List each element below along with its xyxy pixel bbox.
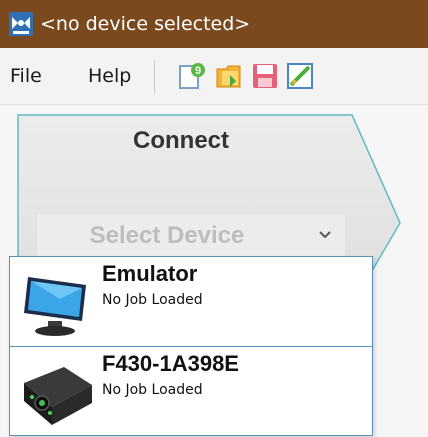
menu-file[interactable]: File bbox=[10, 65, 42, 87]
device-status: No Job Loaded bbox=[102, 382, 203, 398]
device-name: Emulator bbox=[102, 261, 198, 286]
title-bar: <no device selected> bbox=[0, 0, 428, 48]
device-item-emulator[interactable]: Emulator No Job Loaded bbox=[10, 257, 372, 347]
menu-bar: File Help 9 bbox=[0, 48, 428, 105]
device-name: F430-1A398E bbox=[102, 351, 239, 376]
device-dropdown-list: Emulator No Job Loaded F430-1A398E No Jo… bbox=[9, 256, 373, 436]
svg-text:9: 9 bbox=[195, 65, 201, 77]
edit-job-icon[interactable] bbox=[285, 61, 315, 91]
save-job-icon[interactable] bbox=[250, 61, 280, 91]
connect-title: Connect bbox=[133, 127, 229, 154]
select-device-dropdown[interactable]: Select Device bbox=[36, 213, 346, 257]
emulator-monitor-icon bbox=[24, 277, 86, 336]
new-job-icon[interactable]: 9 bbox=[177, 61, 207, 91]
select-device-placeholder: Select Device bbox=[89, 222, 245, 249]
app-logo-icon bbox=[9, 12, 33, 36]
device-status: No Job Loaded bbox=[102, 292, 203, 308]
camera-device-icon bbox=[24, 367, 92, 425]
toolbar-separator bbox=[154, 60, 155, 94]
menu-help[interactable]: Help bbox=[88, 65, 131, 87]
window-title: <no device selected> bbox=[40, 13, 251, 35]
device-item-f430[interactable]: F430-1A398E No Job Loaded bbox=[10, 347, 372, 436]
open-job-icon[interactable] bbox=[214, 61, 244, 91]
chevron-down-icon[interactable] bbox=[319, 230, 331, 240]
